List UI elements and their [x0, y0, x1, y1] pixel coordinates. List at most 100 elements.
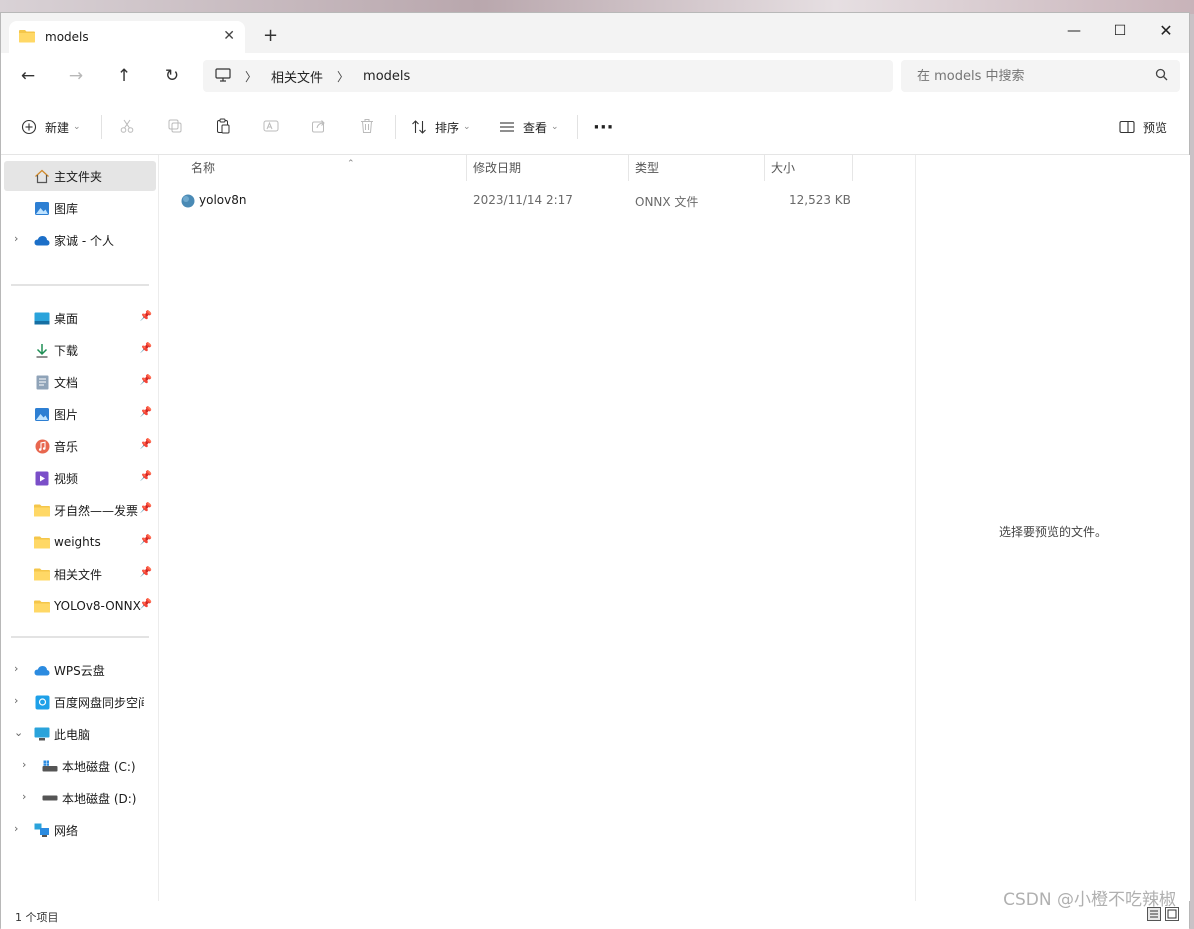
desktop-icon — [34, 312, 50, 325]
folder-icon — [34, 536, 50, 549]
search-icon[interactable] — [1155, 68, 1168, 84]
search-input[interactable] — [915, 67, 1139, 85]
breadcrumb-item[interactable]: models — [363, 69, 410, 84]
breadcrumb-item[interactable]: 相关文件 — [271, 67, 323, 86]
sidebar-item-music[interactable]: 音乐 📌 — [4, 431, 156, 461]
share-button[interactable] — [311, 113, 327, 141]
chevron-right-icon[interactable]: › — [14, 694, 18, 707]
sidebar-item-folder-weights[interactable]: weights 📌 — [4, 527, 156, 557]
cut-button[interactable] — [119, 113, 135, 141]
new-button[interactable]: 新建 ⌄ — [21, 113, 81, 141]
item-count: 1 个项目 — [15, 911, 59, 924]
chevron-right-icon[interactable]: › — [14, 662, 18, 675]
sidebar-item-drive-c[interactable]: › 本地磁盘 (C:) — [4, 751, 156, 781]
pin-icon[interactable]: 📌 — [140, 503, 152, 514]
sidebar-item-folder-related[interactable]: 相关文件 📌 — [4, 559, 156, 589]
network-icon — [34, 823, 50, 838]
sidebar-item-onedrive[interactable]: › 家诚 - 个人 — [4, 225, 156, 255]
title-bar: models ✕ + — ☐ ✕ — [1, 13, 1189, 53]
view-button[interactable]: 查看 ⌄ — [499, 113, 559, 141]
more-options-button[interactable]: ··· — [593, 113, 614, 141]
paste-button[interactable] — [215, 113, 231, 141]
video-icon — [34, 471, 50, 486]
up-button[interactable]: ↑ — [108, 61, 140, 91]
drive-icon — [42, 760, 58, 772]
watermark: CSDN @小橙不吃辣椒 — [1003, 890, 1176, 910]
column-header-name[interactable]: 名称 ⌃ — [185, 155, 467, 181]
pin-icon[interactable]: 📌 — [140, 535, 152, 546]
sidebar-item-baidu-sync[interactable]: › 百度网盘同步空间 — [4, 687, 156, 717]
divider — [101, 115, 102, 139]
chevron-down-icon[interactable]: ⌄ — [14, 726, 23, 739]
pin-icon[interactable]: 📌 — [140, 343, 152, 354]
view-label: 查看 — [523, 120, 548, 135]
sort-label: 排序 — [435, 120, 460, 135]
scissors-icon — [119, 118, 135, 137]
computer-icon — [34, 727, 50, 741]
delete-button[interactable] — [359, 113, 375, 141]
chevron-right-icon[interactable]: › — [14, 232, 18, 245]
minimize-button[interactable]: — — [1051, 17, 1097, 45]
sidebar-item-home[interactable]: 主文件夹 — [4, 161, 156, 191]
chevron-right-icon[interactable]: › — [14, 822, 18, 835]
sort-button[interactable]: 排序 ⌄ — [411, 113, 471, 141]
sidebar-item-this-pc[interactable]: ⌄ 此电脑 — [4, 719, 156, 749]
close-window-button[interactable]: ✕ — [1143, 17, 1189, 45]
pin-icon[interactable]: 📌 — [140, 471, 152, 482]
sidebar-item-downloads[interactable]: 下载 📌 — [4, 335, 156, 365]
gallery-icon — [34, 201, 50, 216]
command-bar: 新建 ⌄ 排序 ⌄ 查看 ⌄ ··· 预览 — [1, 99, 1189, 155]
file-modified: 2023/11/14 2:17 — [473, 193, 573, 207]
document-icon — [34, 375, 50, 390]
download-icon — [34, 343, 50, 358]
file-explorer-window: models ✕ + — ☐ ✕ ← → ↑ ↻ 〉 相关文件 〉 models — [0, 12, 1190, 929]
tab-models[interactable]: models ✕ — [9, 21, 245, 53]
onnx-file-icon — [181, 194, 195, 211]
maximize-button[interactable]: ☐ — [1097, 17, 1143, 45]
pin-icon[interactable]: 📌 — [140, 567, 152, 578]
sidebar-item-desktop[interactable]: 桌面 📌 — [4, 303, 156, 333]
pin-icon[interactable]: 📌 — [140, 311, 152, 322]
file-list-pane: 名称 ⌃ 修改日期 类型 大小 yolov8n 2023/11/14 2:17 … — [159, 155, 915, 901]
preview-pane-icon — [1119, 120, 1135, 134]
sidebar-item-network[interactable]: › 网络 — [4, 815, 156, 845]
clipboard-icon — [215, 118, 231, 137]
column-header-type[interactable]: 类型 — [629, 155, 765, 181]
sidebar-item-folder-yolov8[interactable]: YOLOv8-ONNX 📌 — [4, 591, 156, 621]
copy-button[interactable] — [167, 113, 183, 141]
sidebar-item-videos[interactable]: 视频 📌 — [4, 463, 156, 493]
pin-icon[interactable]: 📌 — [140, 407, 152, 418]
file-row[interactable]: yolov8n 2023/11/14 2:17 ONNX 文件 12,523 K… — [175, 189, 855, 213]
refresh-button[interactable]: ↻ — [156, 61, 188, 91]
back-button[interactable]: ← — [12, 61, 44, 91]
chevron-down-icon: ⌄ — [73, 122, 81, 132]
search-box[interactable] — [901, 60, 1180, 92]
address-bar[interactable]: 〉 相关文件 〉 models — [203, 60, 893, 92]
plus-circle-icon — [21, 119, 37, 135]
folder-icon — [34, 504, 50, 517]
preview-pane-button[interactable]: 预览 — [1119, 113, 1167, 141]
chevron-right-icon[interactable]: › — [22, 758, 26, 771]
sidebar-item-pictures[interactable]: 图片 📌 — [4, 399, 156, 429]
forward-button[interactable]: → — [60, 61, 92, 91]
sidebar-item-drive-d[interactable]: › 本地磁盘 (D:) — [4, 783, 156, 813]
sidebar-item-documents[interactable]: 文档 📌 — [4, 367, 156, 397]
rename-button[interactable] — [263, 113, 279, 141]
pin-icon[interactable]: 📌 — [140, 439, 152, 450]
sidebar-item-gallery[interactable]: 图库 — [4, 193, 156, 223]
divider — [577, 115, 578, 139]
new-tab-button[interactable]: + — [263, 25, 278, 46]
sidebar-item-folder-invoice[interactable]: 牙自然——发票 📌 — [4, 495, 156, 525]
chevron-right-icon[interactable]: › — [22, 790, 26, 803]
column-header-modified[interactable]: 修改日期 — [467, 155, 629, 181]
sidebar-item-wps-cloud[interactable]: › WPS云盘 — [4, 655, 156, 685]
home-icon — [34, 169, 50, 184]
pin-icon[interactable]: 📌 — [140, 375, 152, 386]
tab-close-icon[interactable]: ✕ — [223, 28, 235, 44]
sync-icon — [34, 695, 50, 710]
column-header-size[interactable]: 大小 — [765, 155, 853, 181]
chevron-down-icon: ⌄ — [463, 122, 471, 132]
preview-pane: 选择要预览的文件。 — [915, 155, 1190, 901]
pin-icon[interactable]: 📌 — [140, 599, 152, 610]
preview-label: 预览 — [1143, 120, 1168, 135]
